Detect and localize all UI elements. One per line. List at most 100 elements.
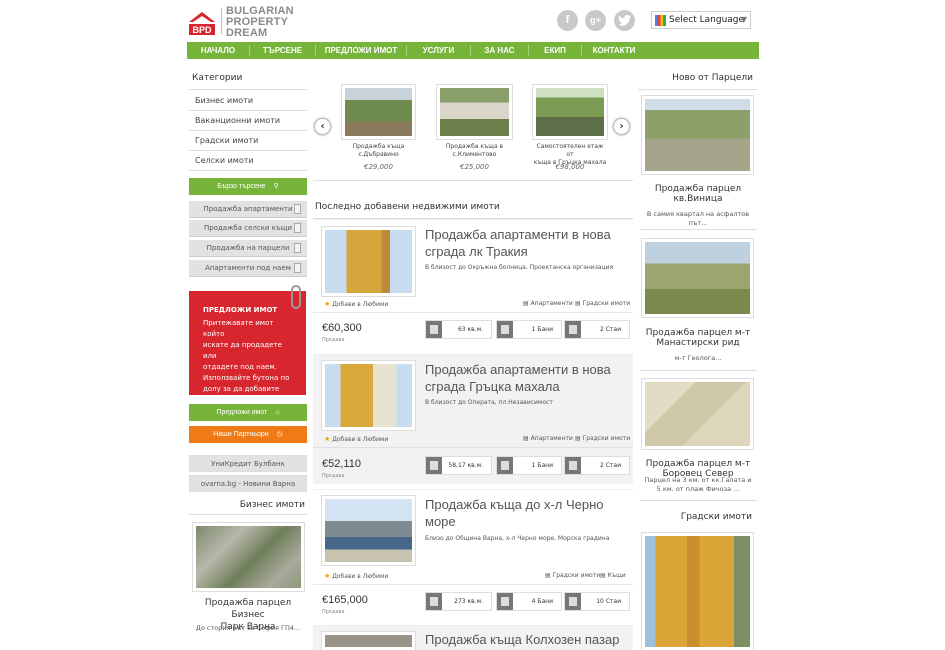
nav-search[interactable]: ТЪРСЕНЕ [250,42,315,59]
listing-title[interactable]: Продажба апартаменти в нова сграда лк Тра… [425,226,630,260]
stat-value: 2 Стаи [600,326,621,333]
nav-home[interactable]: НАЧАЛО [187,42,249,59]
favorite-label: Добави в Любими [332,573,389,580]
category-vacation[interactable]: Ваканционни имоти [189,111,307,131]
rooms-stat: 2 Стаи [564,456,630,475]
plot-image [645,99,750,171]
offer-property-box: ПРЕДЛОЖИ ИМОТ Притежавате имот който иск… [189,291,306,404]
listing-status: Продава [322,337,345,343]
facebook-icon[interactable]: f [557,10,578,31]
quick-link-village-houses[interactable]: Продажба селски къщи [189,220,307,237]
business-title: Бизнес имоти [239,500,305,510]
offer-property-button[interactable]: Предложи имот ⌂ [189,404,307,421]
logo-icon[interactable]: BPD [187,8,217,36]
listing-tag[interactable]: ▤ Градски имоти [575,300,630,307]
listing-photo[interactable] [321,360,416,431]
bed-icon [565,321,581,338]
area-icon [426,457,442,474]
listing-tag[interactable]: ▤ Апартаменти [523,435,573,442]
plot-title[interactable]: Продажба парцел кв.Виница [638,184,758,204]
listing-photo[interactable] [321,495,416,566]
nav-offer-property[interactable]: ПРЕДЛОЖИ ИМОТ [316,42,406,59]
listing-desc: Близо до Община Варна, х-л Черно море, М… [425,535,610,542]
category-business[interactable]: Бизнес имоти [189,91,307,111]
quick-link-plots[interactable]: Продажба на парцели [189,240,307,257]
city-photo[interactable] [641,532,754,650]
carousel-item[interactable]: Продажба къща с.Дъбравино [341,84,416,172]
quick-link-apartments[interactable]: Продажба апартаменти [189,201,307,218]
brand-name[interactable]: BULGARIAN PROPERTY DREAM [226,6,294,39]
bath-icon [497,457,513,474]
nav-services[interactable]: УСЛУГИ [407,42,470,59]
tag-label: Къщи [607,572,626,579]
divider [313,312,633,313]
plot-title[interactable]: Продажба парцел м-т Манастирски рид [638,328,758,348]
plot-photo[interactable] [641,378,754,450]
listing-tag[interactable]: ▤ Апартаменти [523,300,573,307]
categories-title: Категории [192,73,243,83]
offer-box-line: отдадете под наем. [203,363,277,371]
partner-link-unicredit[interactable]: УниКредит Булбанк [189,455,307,472]
listing-tag[interactable]: ▤ Градски имоти [575,435,630,442]
map-image [645,382,750,446]
building-photo [645,536,750,647]
quick-link-rent[interactable]: Апартаменти под наем [189,260,307,277]
listing-tag[interactable]: ▤ Градски имоти [545,572,600,579]
listing-price: €60,300 [322,322,362,334]
house-photo [325,635,412,647]
offer-box-text: долу за да добавите [203,385,280,393]
carousel-item[interactable]: Самостоятелен етаж от къща в Гръцка махал… [532,84,608,172]
carousel-price: €98,000 [555,163,585,171]
favorite-label: Добави в Любими [332,301,389,308]
google-plus-icon[interactable]: g+ [585,10,606,31]
listing-price: €165,000 [322,594,368,606]
listing-photo[interactable] [321,226,416,297]
favorite-label: Добави в Любими [332,436,389,443]
partner-link-ovarna[interactable]: ovarna.bg - Новини Варна [189,475,307,492]
nav-contacts[interactable]: КОНТАКТИ [582,42,646,59]
nav-about[interactable]: ЗА НАС [471,42,528,59]
divider [313,584,633,585]
chevron-left-icon: ‹ [320,121,325,132]
tag-label: Градски имоти [582,435,631,442]
add-favorite-link[interactable]: ★ Добави в Любими [324,435,388,443]
logo-divider [221,8,222,34]
twitter-bird [618,15,631,26]
carousel-prev-button[interactable]: ‹ [314,118,331,135]
add-favorite-link[interactable]: ★ Добави в Любими [324,572,388,580]
twitter-icon[interactable] [614,10,635,31]
nav-team[interactable]: ЕКИП [529,42,581,59]
quick-search-button[interactable]: Бързо търсене ⚲ [189,178,307,195]
rooms-stat: 2 Стаи [564,320,630,339]
listing-title[interactable]: Продажба къща до х-л Черно море [425,496,635,530]
caption-line: Самостоятелен етаж от [536,143,604,158]
divider [313,180,633,181]
listing-photo[interactable] [321,631,416,650]
title-line: кв.Виница [673,194,723,204]
caption-line: с.Дъбравино [358,151,399,158]
divider [640,229,757,230]
business-photo[interactable] [192,522,305,592]
category-city[interactable]: Градски имоти [189,131,307,151]
listing-tag[interactable]: ▤ Къщи [600,572,626,579]
search-icon: ⚲ [273,183,279,190]
latest-title: Последно добавени недвижими имоти [315,202,500,212]
carousel-next-button[interactable]: › [613,118,630,135]
category-village[interactable]: Селски имоти [189,151,307,171]
listing-title[interactable]: Продажба апартаменти в нова сграда Гръцка… [425,361,630,395]
plot-photo[interactable] [641,95,754,175]
carousel-caption: Продажба къща в с.Климентово [436,143,513,159]
facebook-glyph: f [565,14,570,26]
bed-icon [565,457,581,474]
partners-button[interactable]: Наши Партньори ◷ [189,426,307,443]
language-select[interactable]: Select Language ▼ [651,11,751,29]
add-favorite-link[interactable]: ★ Добави в Любими [324,300,388,308]
city-title: Градски имоти [680,512,752,522]
listing-title[interactable]: Продажба къща Колхозен пазар [425,631,635,648]
offer-box-line: искате да продадете или [203,341,282,360]
plot-photo[interactable] [641,238,754,318]
chevron-right-icon: › [619,121,624,132]
title-line: Продажба къща Колхозен пазар [425,632,620,647]
carousel-item[interactable]: Продажба къща в с.Климентово [436,84,513,172]
carousel-photo [532,84,608,140]
